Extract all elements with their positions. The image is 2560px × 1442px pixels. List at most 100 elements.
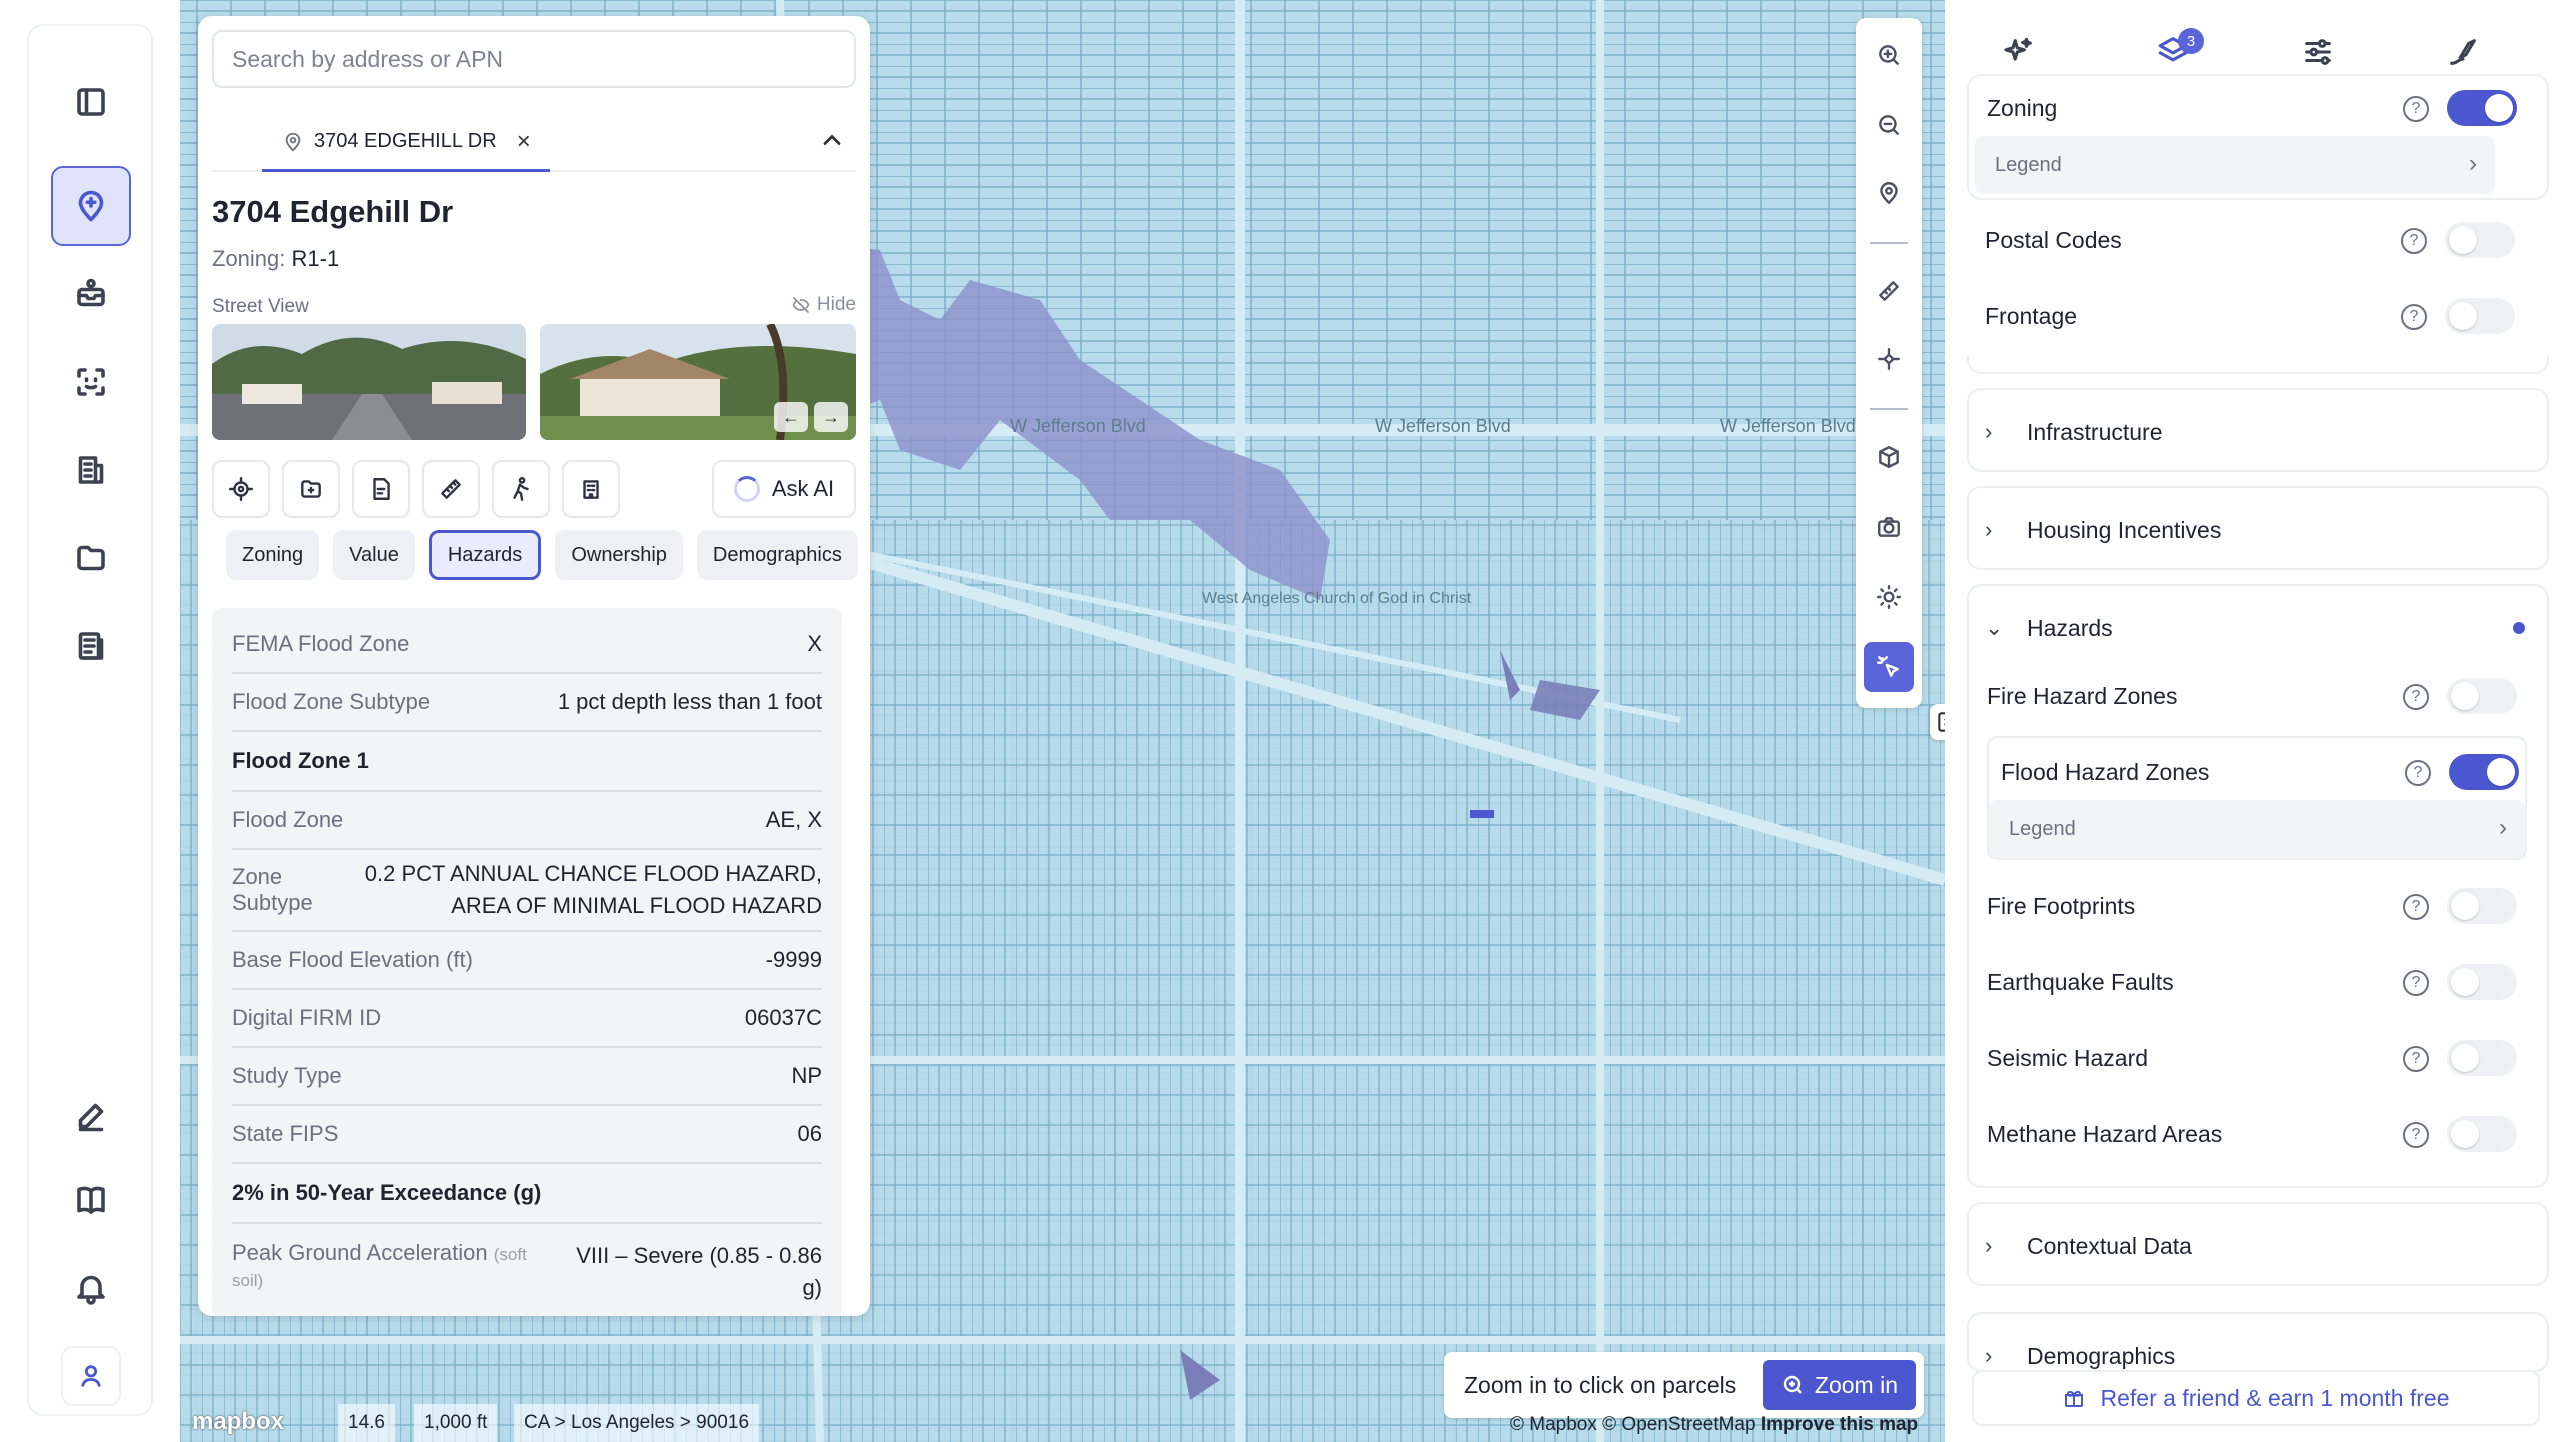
sun-icon[interactable] <box>1864 572 1914 622</box>
toggle-fire-footprints[interactable] <box>2447 888 2517 924</box>
street-view-label: Street View <box>212 296 309 317</box>
location-icon[interactable] <box>1864 168 1914 218</box>
street-label: W Jefferson Blvd <box>1010 416 1146 436</box>
help-icon[interactable]: ? <box>2403 96 2429 122</box>
table-section: 2% in 50-Year Exceedance (g) <box>232 1164 822 1224</box>
chevron-up-icon[interactable] <box>818 126 846 154</box>
select-cursor-icon[interactable] <box>1864 642 1914 692</box>
close-icon[interactable]: × <box>517 128 531 156</box>
left-nav <box>0 0 180 1442</box>
help-icon[interactable]: ? <box>2403 970 2429 996</box>
toggle-flood-hazard[interactable] <box>2449 754 2519 790</box>
group-header: › Demographics <box>1985 1336 2175 1370</box>
arrow-left-icon[interactable]: ← <box>774 402 808 432</box>
chip-zoning[interactable]: Zoning <box>226 530 320 580</box>
table-row: Zone Subtype 0.2 PCT ANNUAL CHANCE FLOOD … <box>232 850 822 932</box>
toggle-methane-hazard[interactable] <box>2447 1116 2517 1152</box>
report-icon[interactable] <box>352 460 410 518</box>
help-icon[interactable]: ? <box>2403 894 2429 920</box>
zoom-in-icon <box>1783 1375 1802 1394</box>
building-icon[interactable] <box>562 460 620 518</box>
map-pin-nav-icon[interactable] <box>51 166 131 246</box>
bell-nav-icon[interactable] <box>51 1248 131 1328</box>
help-icon[interactable]: ? <box>2401 228 2427 254</box>
legend-label: Legend <box>1995 153 2062 176</box>
measure-icon[interactable] <box>1864 266 1914 316</box>
scan-nav-icon[interactable] <box>51 342 131 422</box>
inbox-nav-icon[interactable] <box>51 254 131 334</box>
zoom-in-icon[interactable] <box>1864 30 1914 80</box>
property-tabs: 3704 EDGEHILL DR × <box>212 100 856 172</box>
toggle-earthquake-faults[interactable] <box>2447 964 2517 1000</box>
group-contextual-data[interactable]: › Contextual Data <box>1967 1202 2549 1286</box>
toggle-frontage[interactable] <box>2445 298 2515 334</box>
chip-value[interactable]: Value <box>333 530 415 580</box>
group-housing-incentives[interactable]: › Housing Incentives <box>1967 486 2549 570</box>
layer-label: Fire Footprints <box>1987 892 2136 919</box>
layer-row-frontage: Frontage ? <box>1985 286 2525 346</box>
walk-icon[interactable] <box>492 460 550 518</box>
help-icon[interactable]: ? <box>2403 1122 2429 1148</box>
folder-nav-icon[interactable] <box>51 518 131 598</box>
legend-zoning[interactable]: Legend › <box>1975 136 2495 194</box>
refer-friend-button[interactable]: Refer a friend & earn 1 month free <box>1972 1370 2540 1426</box>
arrow-right-icon[interactable]: → <box>814 402 848 432</box>
table-row: Flood Zone Subtype 1 pct depth less than … <box>232 674 822 732</box>
draw-icon[interactable] <box>1864 334 1914 384</box>
row-key: Digital FIRM ID <box>232 1005 382 1030</box>
help-icon[interactable]: ? <box>2405 760 2431 786</box>
group-infrastructure[interactable]: › Infrastructure <box>1967 388 2549 472</box>
chip-hazards[interactable]: Hazards <box>428 530 542 580</box>
row-key: Flood Zone <box>232 807 344 832</box>
zoom-out-icon[interactable] <box>1864 100 1914 150</box>
ruler-icon[interactable] <box>422 460 480 518</box>
user-nav-icon[interactable] <box>61 1346 121 1406</box>
cube-icon[interactable] <box>1864 432 1914 482</box>
ask-ai-button[interactable]: Ask AI <box>712 460 856 518</box>
search-input[interactable] <box>232 45 854 73</box>
section-chips: Zoning Value Hazards Ownership Demograph… <box>226 530 858 580</box>
locate-icon[interactable] <box>212 460 270 518</box>
row-key: FEMA Flood Zone <box>232 631 410 656</box>
search-box[interactable] <box>212 30 856 88</box>
folder-add-icon[interactable] <box>282 460 340 518</box>
chevron-right-icon: › <box>1985 517 1993 542</box>
legend-flood-hazard[interactable]: Legend › <box>1989 800 2525 858</box>
photo-arrows: ← → <box>774 402 848 432</box>
street-view-photo[interactable] <box>212 324 526 440</box>
street-label: W Jefferson Blvd <box>1720 416 1856 436</box>
chip-ownership[interactable]: Ownership <box>555 530 683 580</box>
chip-demographics[interactable]: Demographics <box>696 530 858 580</box>
improve-map-link[interactable]: Improve this map <box>1761 1414 1918 1435</box>
layer-label: Earthquake Faults <box>1987 968 2174 995</box>
chevron-right-icon: › <box>1985 1233 1993 1258</box>
toggle-postal-codes[interactable] <box>2445 222 2515 258</box>
edit-nav-icon[interactable] <box>51 1076 131 1156</box>
zoom-in-button[interactable]: Zoom in <box>1762 1360 1916 1410</box>
mapbox-logo[interactable]: mapbox <box>192 1408 284 1436</box>
help-icon[interactable]: ? <box>2403 1046 2429 1072</box>
toggle-seismic-hazard[interactable] <box>2447 1040 2517 1076</box>
group-header[interactable]: ⌄ Hazards <box>1985 608 2113 648</box>
camera-icon[interactable] <box>1864 502 1914 552</box>
building-nav-icon[interactable] <box>51 430 131 510</box>
table-row: FEMA Flood Zone X <box>232 616 822 674</box>
book-nav-icon[interactable] <box>51 1160 131 1240</box>
zoom-level: 14.6 <box>338 1404 395 1442</box>
group-hazards: ⌄ Hazards Fire Hazard Zones ? Flood Hazar… <box>1967 584 2549 1188</box>
report-nav-icon[interactable] <box>51 606 131 686</box>
hide-street-view-button[interactable]: Hide <box>791 294 856 316</box>
row-value: NP <box>791 1063 822 1088</box>
zoning-line: Zoning: R1-1 <box>212 246 339 272</box>
attribution-text[interactable]: © Mapbox © OpenStreetMap <box>1510 1414 1756 1435</box>
group-demographics[interactable]: › Demographics <box>1967 1312 2549 1372</box>
toggle-fire-hazard[interactable] <box>2447 678 2517 714</box>
table-row: Study Type NP <box>232 1048 822 1106</box>
layer-label: Flood Hazard Zones <box>2001 758 2210 785</box>
help-icon[interactable]: ? <box>2403 684 2429 710</box>
street-view-photo[interactable]: ← → <box>540 324 856 440</box>
help-icon[interactable]: ? <box>2401 304 2427 330</box>
sidebar-toggle-icon[interactable] <box>51 62 131 142</box>
toggle-zoning[interactable] <box>2447 90 2517 126</box>
tab-address[interactable]: 3704 EDGEHILL DR × <box>262 114 550 172</box>
